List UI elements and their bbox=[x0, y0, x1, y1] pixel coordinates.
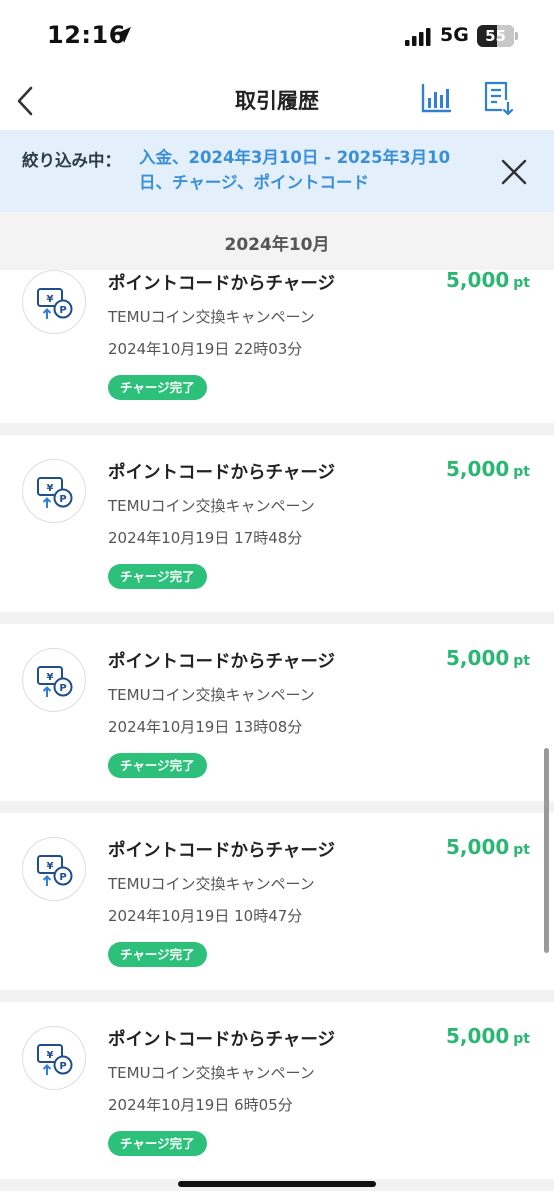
transaction-title: ポイントコードからチャージ bbox=[108, 841, 335, 861]
transaction-datetime: 2024年10月19日 17時48分 bbox=[108, 529, 303, 547]
battery-level: 55 bbox=[485, 27, 506, 45]
charge-icon: ¥ P bbox=[22, 648, 86, 712]
point-charge-icon: ¥P bbox=[37, 477, 73, 508]
point-charge-icon: ¥P bbox=[37, 855, 73, 886]
amount-value: 5,000 bbox=[446, 270, 510, 292]
nav-header: 取引履歴 bbox=[0, 74, 554, 128]
svg-text:¥: ¥ bbox=[47, 483, 54, 494]
amount-unit: pt bbox=[513, 275, 530, 291]
amount-unit: pt bbox=[513, 1031, 530, 1047]
transaction-list[interactable]: ¥ P ポイントコードからチャージ TEMUコイン交換キャンペーン 2024年10月19… bbox=[0, 270, 554, 1200]
svg-text:P: P bbox=[59, 1061, 66, 1072]
point-charge-icon: ¥P bbox=[37, 666, 73, 697]
cellular-signal-icon bbox=[405, 28, 431, 46]
network-type: 5G bbox=[440, 24, 469, 46]
transaction-campaign: TEMUコイン交換キャンペーン bbox=[108, 308, 315, 326]
amount-unit: pt bbox=[513, 653, 530, 669]
transaction-amount: 5,000 pt bbox=[446, 457, 530, 481]
bar-chart-icon[interactable] bbox=[420, 82, 452, 114]
transaction-amount: 5,000 pt bbox=[446, 1024, 530, 1048]
row-separator bbox=[0, 423, 554, 435]
status-badge: チャージ完了 bbox=[108, 753, 207, 778]
transaction-row[interactable]: ¥ P ポイントコードからチャージ TEMUコイン交換キャンペーン 2024年10月19… bbox=[0, 447, 554, 624]
transaction-campaign: TEMUコイン交換キャンペーン bbox=[108, 875, 315, 893]
svg-text:¥: ¥ bbox=[47, 861, 54, 872]
status-badge: チャージ完了 bbox=[108, 375, 207, 400]
transaction-title: ポイントコードからチャージ bbox=[108, 463, 335, 483]
month-label: 2024年10月 bbox=[224, 235, 330, 255]
charge-icon: ¥ P bbox=[22, 837, 86, 901]
svg-text:P: P bbox=[59, 683, 66, 694]
status-badge: チャージ完了 bbox=[108, 1131, 207, 1156]
charge-icon: ¥ P bbox=[22, 270, 86, 334]
transaction-title: ポイントコードからチャージ bbox=[108, 1030, 335, 1050]
transaction-amount: 5,000 pt bbox=[446, 270, 530, 292]
transaction-campaign: TEMUコイン交換キャンペーン bbox=[108, 686, 315, 704]
charge-icon: ¥ P bbox=[22, 1026, 86, 1090]
status-bar: 12:16 5G 55 bbox=[0, 0, 554, 74]
point-charge-icon: ¥P bbox=[37, 1044, 73, 1075]
charge-icon: ¥ P bbox=[22, 459, 86, 523]
svg-text:P: P bbox=[59, 872, 66, 883]
svg-text:¥: ¥ bbox=[47, 294, 54, 305]
svg-text:P: P bbox=[59, 494, 66, 505]
filter-label: 絞り込み中： bbox=[22, 151, 121, 170]
amount-value: 5,000 bbox=[446, 646, 510, 670]
transaction-datetime: 2024年10月19日 6時05分 bbox=[108, 1096, 293, 1114]
row-separator bbox=[0, 612, 554, 624]
transaction-row[interactable]: ¥ P ポイントコードからチャージ TEMUコイン交換キャンペーン 2024年10月19… bbox=[0, 270, 554, 435]
document-download-icon[interactable] bbox=[482, 80, 514, 116]
transaction-datetime: 2024年10月19日 10時47分 bbox=[108, 907, 303, 925]
filter-conditions[interactable]: 入金、2024年3月10日 - 2025年3月10日、チャージ、ポイントコード bbox=[139, 145, 479, 195]
amount-value: 5,000 bbox=[446, 835, 510, 859]
row-separator bbox=[0, 990, 554, 1002]
svg-text:P: P bbox=[59, 305, 66, 316]
transaction-amount: 5,000 pt bbox=[446, 646, 530, 670]
transaction-row[interactable]: ¥ P ポイントコードからチャージ TEMUコイン交換キャンペーン 2024年10月19… bbox=[0, 636, 554, 813]
amount-value: 5,000 bbox=[446, 457, 510, 481]
filter-bar: 絞り込み中： 入金、2024年3月10日 - 2025年3月10日、チャージ、ポ… bbox=[0, 130, 554, 212]
transaction-datetime: 2024年10月19日 13時08分 bbox=[108, 718, 303, 736]
transaction-campaign: TEMUコイン交換キャンペーン bbox=[108, 497, 315, 515]
month-section-header: 2024年10月 bbox=[0, 212, 554, 270]
battery-icon: 55 bbox=[477, 25, 519, 47]
transaction-title: ポイントコードからチャージ bbox=[108, 274, 335, 294]
transaction-datetime: 2024年10月19日 22時03分 bbox=[108, 340, 303, 358]
svg-text:¥: ¥ bbox=[47, 672, 54, 683]
page-title: 取引履歴 bbox=[235, 89, 319, 113]
svg-text:¥: ¥ bbox=[47, 1050, 54, 1061]
amount-unit: pt bbox=[513, 842, 530, 858]
amount-value: 5,000 bbox=[446, 1024, 510, 1048]
location-arrow-icon bbox=[115, 27, 131, 43]
home-indicator[interactable] bbox=[178, 1181, 376, 1187]
amount-unit: pt bbox=[513, 464, 530, 480]
transaction-row[interactable]: ¥ P ポイントコードからチャージ TEMUコイン交換キャンペーン 2024年10月19… bbox=[0, 825, 554, 1002]
transaction-amount: 5,000 pt bbox=[446, 835, 530, 859]
close-icon[interactable] bbox=[496, 154, 532, 190]
status-badge: チャージ完了 bbox=[108, 564, 207, 589]
row-separator bbox=[0, 801, 554, 813]
status-badge: チャージ完了 bbox=[108, 942, 207, 967]
scrollbar[interactable] bbox=[544, 748, 549, 953]
point-charge-icon: ¥P bbox=[37, 288, 73, 319]
transaction-title: ポイントコードからチャージ bbox=[108, 652, 335, 672]
transaction-row[interactable]: ¥ P ポイントコードからチャージ TEMUコイン交換キャンペーン 2024年10月19… bbox=[0, 1014, 554, 1191]
transaction-campaign: TEMUコイン交換キャンペーン bbox=[108, 1064, 315, 1082]
